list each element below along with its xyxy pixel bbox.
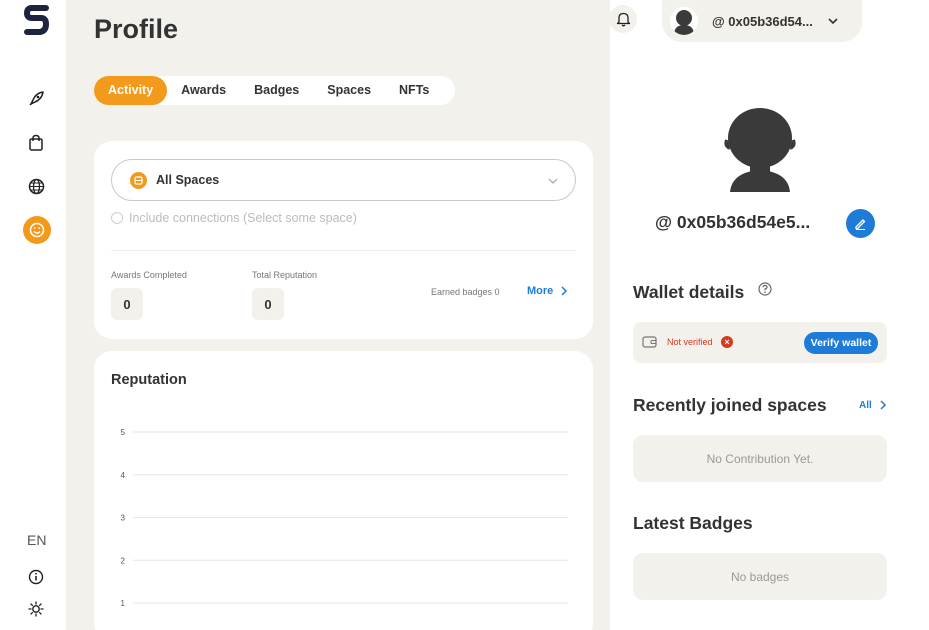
tab-activity[interactable]: Activity [94, 76, 168, 105]
total-reputation-label: Total Reputation [252, 270, 318, 280]
all-spaces-link[interactable]: All [859, 399, 889, 411]
tab-awards[interactable]: Awards [167, 76, 240, 105]
tab-nfts[interactable]: NFTs [385, 76, 443, 105]
main-content: Profile Activity Awards Badges Spaces NF… [66, 0, 610, 630]
y-tick-label: 1 [121, 599, 126, 608]
wallet-details-title: Wallet details [633, 282, 745, 302]
edit-profile-button[interactable] [846, 209, 875, 238]
recently-joined-spaces-title: Recently joined spaces [633, 395, 827, 415]
awards-completed-label: Awards Completed [111, 270, 187, 280]
latest-badges-title: Latest Badges [633, 513, 753, 533]
activity-summary-card: All Spaces Include connections (Select s… [94, 141, 593, 339]
chevron-right-icon [880, 400, 886, 410]
more-label: More [527, 285, 554, 297]
verify-wallet-button[interactable]: Verify wallet [804, 332, 878, 354]
header-user-address: @ 0x05b36d54... [712, 13, 813, 29]
y-tick-label: 4 [121, 471, 126, 480]
total-reputation-value: 0 [252, 288, 284, 320]
y-tick-label: 5 [121, 428, 126, 437]
profile-address: @ 0x05b36d54e5... [655, 212, 811, 232]
reputation-chart: 5 4 3 2 1 [121, 428, 568, 608]
wallet-status-label: Not verified [667, 337, 713, 347]
include-connections-radio[interactable] [111, 212, 123, 224]
profile-smile-icon[interactable] [23, 216, 51, 244]
all-spaces-label: All [859, 399, 872, 411]
app-logo[interactable] [24, 4, 50, 36]
more-link[interactable]: More [527, 285, 570, 297]
tab-badges[interactable]: Badges [240, 76, 313, 105]
tab-spaces[interactable]: Spaces [313, 76, 385, 105]
info-icon[interactable] [24, 565, 48, 589]
page-title: Profile [94, 14, 179, 44]
close-icon: × [721, 336, 733, 348]
sun-theme-icon[interactable] [24, 597, 48, 621]
include-connections-option[interactable]: Include connections (Select some space) [111, 211, 357, 225]
awards-completed-value: 0 [111, 288, 143, 320]
reputation-card: Reputation 54321 [94, 351, 593, 630]
spaces-select-value: All Spaces [156, 173, 220, 187]
y-tick-label: 3 [121, 514, 126, 523]
divider [111, 250, 576, 251]
profile-tabs: Activity Awards Badges Spaces NFTs [94, 76, 456, 105]
recent-spaces-empty-state: No Contribution Yet. [633, 435, 887, 482]
chevron-down-icon [547, 174, 559, 192]
pencil-icon [855, 219, 866, 230]
user-menu[interactable]: @ 0x05b36d54... [662, 0, 862, 42]
wallet-status-box: Not verified × Verify wallet [633, 322, 887, 363]
rocket-icon[interactable] [24, 87, 48, 111]
profile-avatar [722, 104, 798, 192]
help-icon[interactable] [758, 282, 772, 301]
spaces-icon [130, 171, 147, 189]
earned-badges-count: Earned badges 0 [431, 287, 500, 297]
language-selector[interactable]: EN [27, 532, 46, 548]
avatar [670, 7, 698, 35]
include-connections-label: Include connections (Select some space) [129, 211, 357, 225]
spaces-select[interactable]: All Spaces [111, 159, 576, 201]
y-tick-label: 2 [121, 556, 126, 565]
chevron-down-icon [828, 18, 838, 25]
wallet-icon [642, 335, 658, 354]
notifications-bell-icon[interactable] [609, 5, 637, 33]
globe-icon[interactable] [24, 174, 48, 198]
chevron-right-icon [561, 286, 568, 296]
shopping-bag-icon[interactable] [24, 131, 48, 155]
latest-badges-empty-state: No badges [633, 553, 887, 600]
sidebar: EN [0, 0, 66, 630]
